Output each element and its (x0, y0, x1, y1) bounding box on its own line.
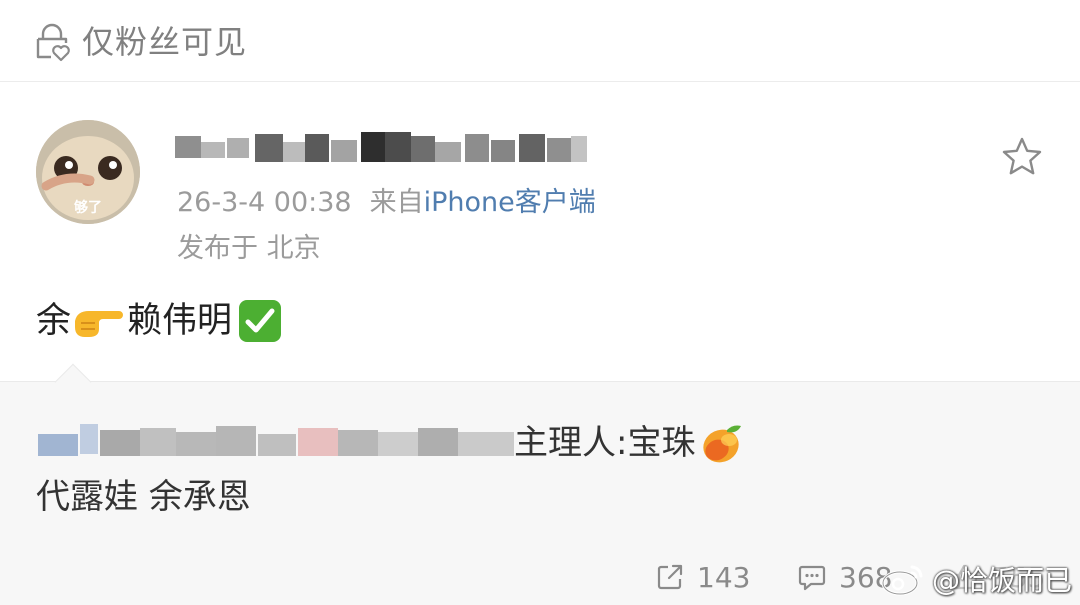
weibo-logo-icon (881, 565, 923, 596)
visibility-bar: 仅粉丝可见 (0, 0, 1080, 82)
post-text-part2: 赖伟明 (127, 301, 233, 341)
post-time: 26-3-4 00:38 (177, 187, 352, 218)
post-content: 余 赖伟明 (36, 297, 284, 345)
source-prefix: 来自 (369, 187, 424, 218)
svg-text:够了: 够了 (73, 199, 102, 216)
repost-count: 143 (697, 560, 751, 594)
watermark-text: @恰饭而已 (932, 564, 1073, 597)
avatar[interactable]: 够了 (36, 120, 140, 224)
post-source-link[interactable]: iPhone客户端 (424, 187, 596, 218)
post-location: 发布于 北京 (177, 233, 321, 264)
repost-button[interactable]: 143 (655, 558, 750, 596)
post-meta: 26-3-4 00:38 来自iPhone客户端 (177, 184, 596, 222)
author-name-redacted[interactable] (175, 128, 587, 168)
quote-pointer (54, 363, 92, 401)
lock-heart-icon (36, 23, 70, 62)
quoted-author-redacted[interactable] (36, 420, 514, 466)
check-mark-emoji-icon (239, 300, 282, 342)
comment-icon (798, 565, 826, 591)
visibility-label: 仅粉丝可见 (82, 23, 248, 61)
weibo-watermark: @恰饭而已 (880, 559, 1072, 599)
share-icon (657, 564, 683, 590)
star-icon[interactable] (1000, 135, 1044, 179)
pointing-right-emoji-icon (75, 311, 124, 337)
post-text-part1: 余 (36, 301, 72, 341)
quoted-title-text: 主理人:宝珠 (514, 423, 696, 463)
quoted-post-text: 代露娃 余承恩 (36, 477, 251, 517)
comment-button[interactable]: 368 (797, 558, 892, 596)
mango-emoji-icon (703, 425, 742, 463)
quoted-post-title: 主理人:宝珠 (36, 420, 745, 466)
